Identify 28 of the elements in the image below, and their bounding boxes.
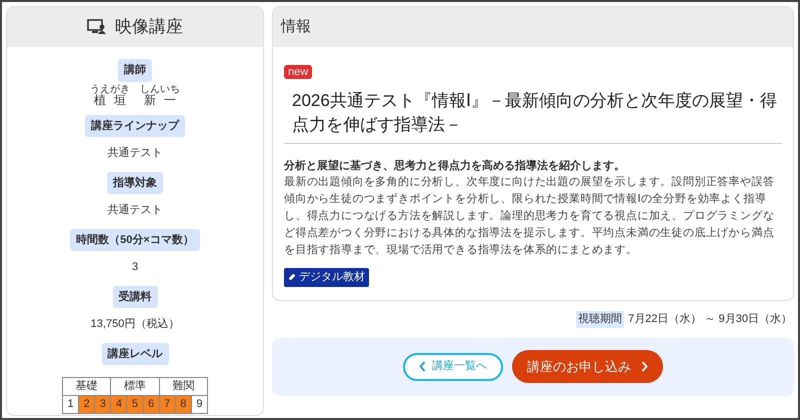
chevron-icon — [419, 361, 426, 372]
pill-icon — [288, 273, 296, 282]
field-value: 3 — [132, 260, 138, 275]
field-label: 講座ラインナップ — [85, 114, 185, 137]
description-text: 最新の出題傾向を多角的に分析し、次年度に向けた出題の展望を示します。設問別正答率や誤答傾向から生徒のつまずきポイントを分析し、限られた授業時間で情報Ⅰの全分野を効率よく指導し、得点力につなげる方法を解説します。論理的思考力を育てる視点に加え、プログラミングなど得点差がつく分野における具体的な指導法を提示します。平均点未満の生徒の底上げから満点を目指す指導まで、現場で活用できる指導法を体系的にまとめます。 — [284, 174, 776, 258]
field-label: 時間数（50分×コマ数） — [70, 228, 200, 251]
chevron-icon — [641, 361, 648, 372]
field-value: 共通テスト — [108, 146, 162, 161]
field-label: 講座レベル — [102, 342, 168, 365]
field-value: 共通テスト — [108, 202, 162, 218]
course-title: 2026共通テスト『情報Ⅰ』－最新傾向の分析と次年度の展望・得点力を伸ばす指導法－ — [292, 90, 778, 136]
card-header: 情報 — [281, 16, 311, 37]
video-lecture-icon — [87, 19, 107, 35]
instructor-name: 植垣 うえがき 新一 しんいち — [90, 84, 180, 106]
field-label: 受講料 — [112, 286, 158, 308]
field-label: 講師 — [118, 59, 152, 82]
period-label: 視聴期間 — [576, 311, 624, 328]
lead-text: 分析と展望に基づき、思考力と得点力を高める指導法を紹介します。 — [284, 158, 626, 174]
new-badge: new — [284, 65, 312, 79]
apply-button[interactable]: 講座のお申し込み — [512, 350, 663, 383]
course-list-button[interactable]: 講座一覧へ — [403, 352, 503, 380]
sidebar-title: 映像講座 — [115, 16, 183, 38]
period-dates: 7月22日（水） ～ 9月30日（水） — [628, 312, 792, 327]
field-label: 指導対象 — [107, 172, 163, 194]
field-value: 13,750円（税込） — [90, 317, 180, 332]
level-group: 基礎 — [62, 378, 111, 396]
level-cell: 1 — [62, 396, 79, 413]
digital-material-tag: デジタル教材 — [284, 268, 369, 286]
